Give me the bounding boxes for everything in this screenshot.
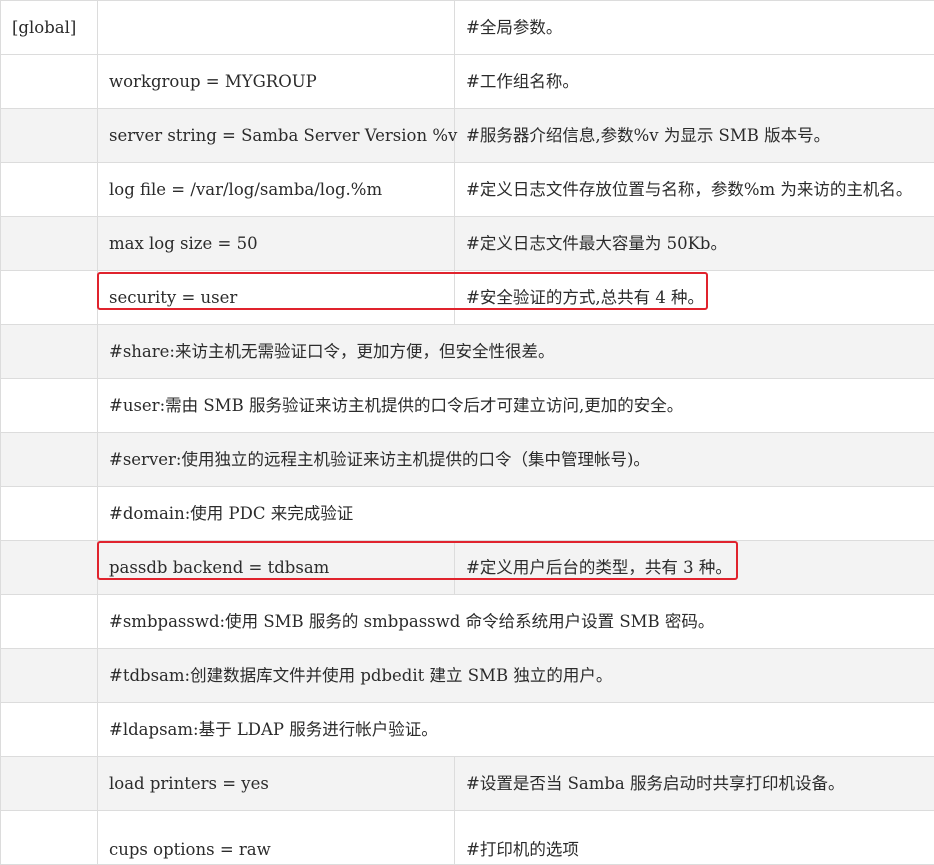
note-cell: #smbpasswd:使用 SMB 服务的 smbpasswd 命令给系统用户设… <box>98 595 934 649</box>
indent-cell <box>1 487 98 541</box>
note-cell: #tdbsam:创建数据库文件并使用 pdbedit 建立 SMB 独立的用户。 <box>98 649 934 703</box>
indent-cell <box>1 595 98 649</box>
table-row: max log size = 50 #定义日志文件最大容量为 50Kb。 <box>1 217 934 271</box>
table-row: server string = Samba Server Version %v … <box>1 109 934 163</box>
indent-cell <box>1 271 98 325</box>
table-row: #domain:使用 PDC 来完成验证 <box>1 487 934 541</box>
param-cell: server string = Samba Server Version %v <box>98 109 455 163</box>
indent-cell <box>1 217 98 271</box>
indent-cell <box>1 541 98 595</box>
table-row: security = user #安全验证的方式,总共有 4 种。 <box>1 271 934 325</box>
config-table: [global] #全局参数。 workgroup = MYGROUP #工作组… <box>0 0 934 865</box>
param-cell: cups options = raw <box>98 811 455 865</box>
table-row: workgroup = MYGROUP #工作组名称。 <box>1 55 934 109</box>
table-row: [global] #全局参数。 <box>1 1 934 55</box>
comment-cell: #定义用户后台的类型，共有 3 种。 <box>455 541 934 595</box>
indent-cell <box>1 757 98 811</box>
section-label: [global] <box>1 1 98 55</box>
param-cell: max log size = 50 <box>98 217 455 271</box>
note-cell: #server:使用独立的远程主机验证来访主机提供的口令（集中管理帐号)。 <box>98 433 934 487</box>
indent-cell <box>1 433 98 487</box>
comment-cell: #定义日志文件存放位置与名称，参数%m 为来访的主机名。 <box>455 163 934 217</box>
note-cell: #domain:使用 PDC 来完成验证 <box>98 487 934 541</box>
table-row: #ldapsam:基于 LDAP 服务进行帐户验证。 <box>1 703 934 757</box>
table-row: log file = /var/log/samba/log.%m #定义日志文件… <box>1 163 934 217</box>
table-row: #server:使用独立的远程主机验证来访主机提供的口令（集中管理帐号)。 <box>1 433 934 487</box>
indent-cell <box>1 325 98 379</box>
indent-cell <box>1 811 98 865</box>
indent-cell <box>1 649 98 703</box>
comment-cell: #打印机的选项 <box>455 811 934 865</box>
table-row: #share:来访主机无需验证口令，更加方便，但安全性很差。 <box>1 325 934 379</box>
param-cell: log file = /var/log/samba/log.%m <box>98 163 455 217</box>
comment-cell: #全局参数。 <box>455 1 934 55</box>
indent-cell <box>1 163 98 217</box>
comment-cell: #服务器介绍信息,参数%v 为显示 SMB 版本号。 <box>455 109 934 163</box>
param-cell: passdb backend = tdbsam <box>98 541 455 595</box>
table-row: load printers = yes #设置是否当 Samba 服务启动时共享… <box>1 757 934 811</box>
table-row: #user:需由 SMB 服务验证来访主机提供的口令后才可建立访问,更加的安全。 <box>1 379 934 433</box>
param-cell: load printers = yes <box>98 757 455 811</box>
table-row: passdb backend = tdbsam #定义用户后台的类型，共有 3 … <box>1 541 934 595</box>
note-cell: #user:需由 SMB 服务验证来访主机提供的口令后才可建立访问,更加的安全。 <box>98 379 934 433</box>
table-row: #smbpasswd:使用 SMB 服务的 smbpasswd 命令给系统用户设… <box>1 595 934 649</box>
indent-cell <box>1 109 98 163</box>
comment-cell: #安全验证的方式,总共有 4 种。 <box>455 271 934 325</box>
param-cell: workgroup = MYGROUP <box>98 55 455 109</box>
table-row: #tdbsam:创建数据库文件并使用 pdbedit 建立 SMB 独立的用户。 <box>1 649 934 703</box>
param-cell: security = user <box>98 271 455 325</box>
note-cell: #ldapsam:基于 LDAP 服务进行帐户验证。 <box>98 703 934 757</box>
note-cell: #share:来访主机无需验证口令，更加方便，但安全性很差。 <box>98 325 934 379</box>
param-cell <box>98 1 455 55</box>
table-row: cups options = raw #打印机的选项 <box>1 811 934 865</box>
indent-cell <box>1 55 98 109</box>
comment-cell: #工作组名称。 <box>455 55 934 109</box>
indent-cell <box>1 379 98 433</box>
comment-cell: #定义日志文件最大容量为 50Kb。 <box>455 217 934 271</box>
indent-cell <box>1 703 98 757</box>
comment-cell: #设置是否当 Samba 服务启动时共享打印机设备。 <box>455 757 934 811</box>
